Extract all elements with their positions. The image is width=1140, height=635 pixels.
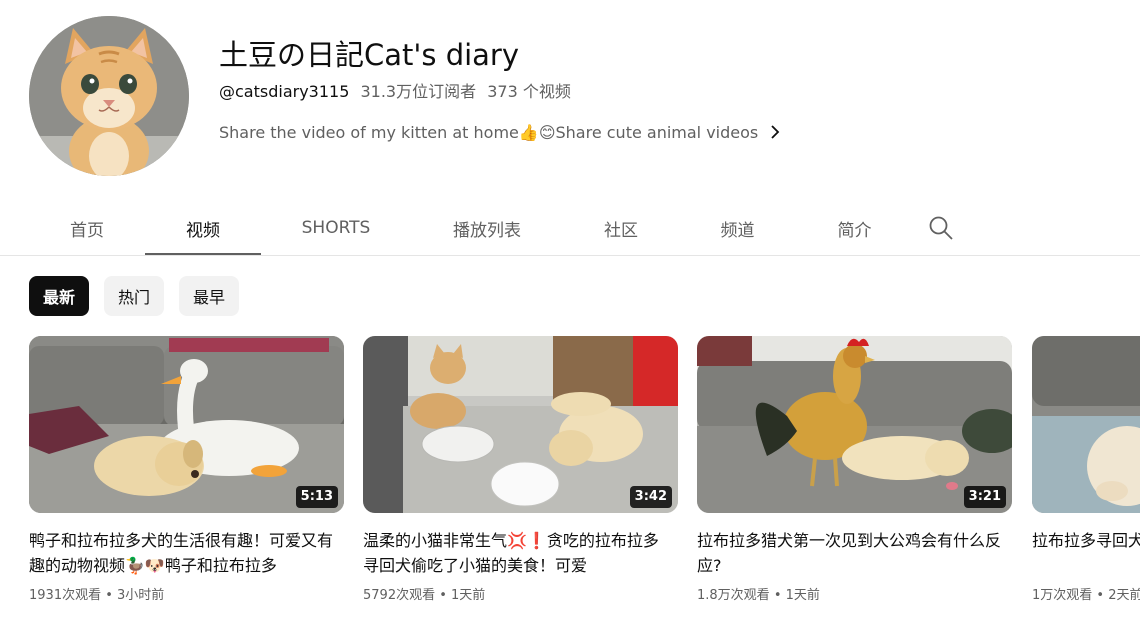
video-thumbnail[interactable] xyxy=(1032,336,1140,513)
video-grid: 5:13 鸭子和拉布拉多犬的生活很有趣！可爱又有趣的动物视频🦆🐶鸭子和拉布拉多 … xyxy=(29,336,1140,626)
chip-oldest[interactable]: 最早 xyxy=(179,276,240,316)
kitten-avatar-image xyxy=(29,16,189,176)
tab-community[interactable]: 社区 xyxy=(563,200,679,256)
video-card[interactable]: 3:21 拉布拉多猎犬第一次见到大公鸡会有什么反应? 1.8万次观看 • 1天前 xyxy=(697,336,1012,603)
tab-label: 视频 xyxy=(186,220,220,241)
meta-separator: • xyxy=(101,588,118,603)
channel-meta: @catsdiary3115 31.3万位订阅者 373 个视频 xyxy=(219,80,571,104)
tab-shorts[interactable]: SHORTS xyxy=(261,200,411,256)
channel-search-button[interactable] xyxy=(913,200,969,256)
video-thumbnail[interactable]: 3:42 xyxy=(363,336,678,513)
video-thumbnail[interactable]: 5:13 xyxy=(29,336,344,513)
tab-label: 简介 xyxy=(837,220,872,241)
tab-about[interactable]: 简介 xyxy=(796,200,913,256)
channel-tabs: 首页 视频 SHORTS 播放列表 社区 频道 简介 xyxy=(29,200,969,256)
chip-popular[interactable]: 热门 xyxy=(104,276,165,316)
view-count: 5792次观看 xyxy=(363,588,436,603)
chip-latest[interactable]: 最新 xyxy=(29,276,90,316)
channel-avatar[interactable] xyxy=(29,16,189,176)
video-card[interactable]: 拉布拉多寻回犬小狗和小猫一起 1万次观看 • 2天前 xyxy=(1032,336,1140,603)
meta-separator: • xyxy=(435,588,452,603)
meta-separator: • xyxy=(769,588,786,603)
search-icon xyxy=(929,216,953,240)
tab-label: 社区 xyxy=(604,220,638,241)
view-count: 1万次观看 xyxy=(1032,588,1093,603)
video-thumbnail[interactable]: 3:21 xyxy=(697,336,1012,513)
subscriber-count: 31.3万位订阅者 xyxy=(360,82,477,101)
upload-time: 3小时前 xyxy=(117,588,165,603)
tab-channels[interactable]: 频道 xyxy=(679,200,796,256)
tab-videos[interactable]: 视频 xyxy=(145,200,261,256)
view-count: 1931次观看 xyxy=(29,588,102,603)
upload-time: 2天前 xyxy=(1108,588,1140,603)
video-duration: 5:13 xyxy=(295,486,338,508)
channel-description[interactable]: Share the video of my kitten at home👍😊Sh… xyxy=(219,119,782,145)
puppy-on-blanket-image xyxy=(1032,336,1140,513)
channel-description-text: Share the video of my kitten at home👍😊Sh… xyxy=(219,122,759,142)
tab-label: SHORTS xyxy=(301,218,371,238)
video-meta: 1.8万次观看 • 1天前 xyxy=(697,584,1012,603)
video-card[interactable]: 5:13 鸭子和拉布拉多犬的生活很有趣！可爱又有趣的动物视频🦆🐶鸭子和拉布拉多 … xyxy=(29,336,344,603)
sort-chips: 最新 热门 最早 xyxy=(29,276,240,316)
tab-label: 首页 xyxy=(70,220,104,241)
tab-label: 播放列表 xyxy=(453,220,521,241)
video-meta: 1万次观看 • 2天前 xyxy=(1032,584,1140,603)
video-meta: 1931次观看 • 3小时前 xyxy=(29,584,344,603)
tab-playlists[interactable]: 播放列表 xyxy=(411,200,563,256)
video-count: 373 个视频 xyxy=(487,82,571,101)
meta-separator: • xyxy=(1092,588,1109,603)
video-title[interactable]: 拉布拉多寻回犬小狗和小猫一起 xyxy=(1032,528,1140,578)
chevron-right-icon[interactable] xyxy=(768,123,782,141)
upload-time: 1天前 xyxy=(451,588,486,603)
upload-time: 1天前 xyxy=(785,588,820,603)
view-count: 1.8万次观看 xyxy=(697,588,770,603)
tab-home[interactable]: 首页 xyxy=(29,200,145,256)
video-card[interactable]: 3:42 温柔的小猫非常生气💢❗贪吃的拉布拉多寻回犬偷吃了小猫的美食！可爱 57… xyxy=(363,336,678,603)
video-duration: 3:42 xyxy=(629,486,672,508)
video-meta: 5792次观看 • 1天前 xyxy=(363,584,678,603)
tab-label: 频道 xyxy=(720,220,755,241)
video-title[interactable]: 拉布拉多猎犬第一次见到大公鸡会有什么反应? xyxy=(697,528,1012,578)
channel-handle: @catsdiary3115 xyxy=(219,82,350,101)
video-title[interactable]: 鸭子和拉布拉多犬的生活很有趣！可爱又有趣的动物视频🦆🐶鸭子和拉布拉多 xyxy=(29,528,344,578)
tabs-divider xyxy=(0,255,1140,256)
video-duration: 3:21 xyxy=(963,486,1006,508)
channel-title: 土豆の日記Cat's diary xyxy=(219,38,520,72)
video-title[interactable]: 温柔的小猫非常生气💢❗贪吃的拉布拉多寻回犬偷吃了小猫的美食！可爱 xyxy=(363,528,678,578)
